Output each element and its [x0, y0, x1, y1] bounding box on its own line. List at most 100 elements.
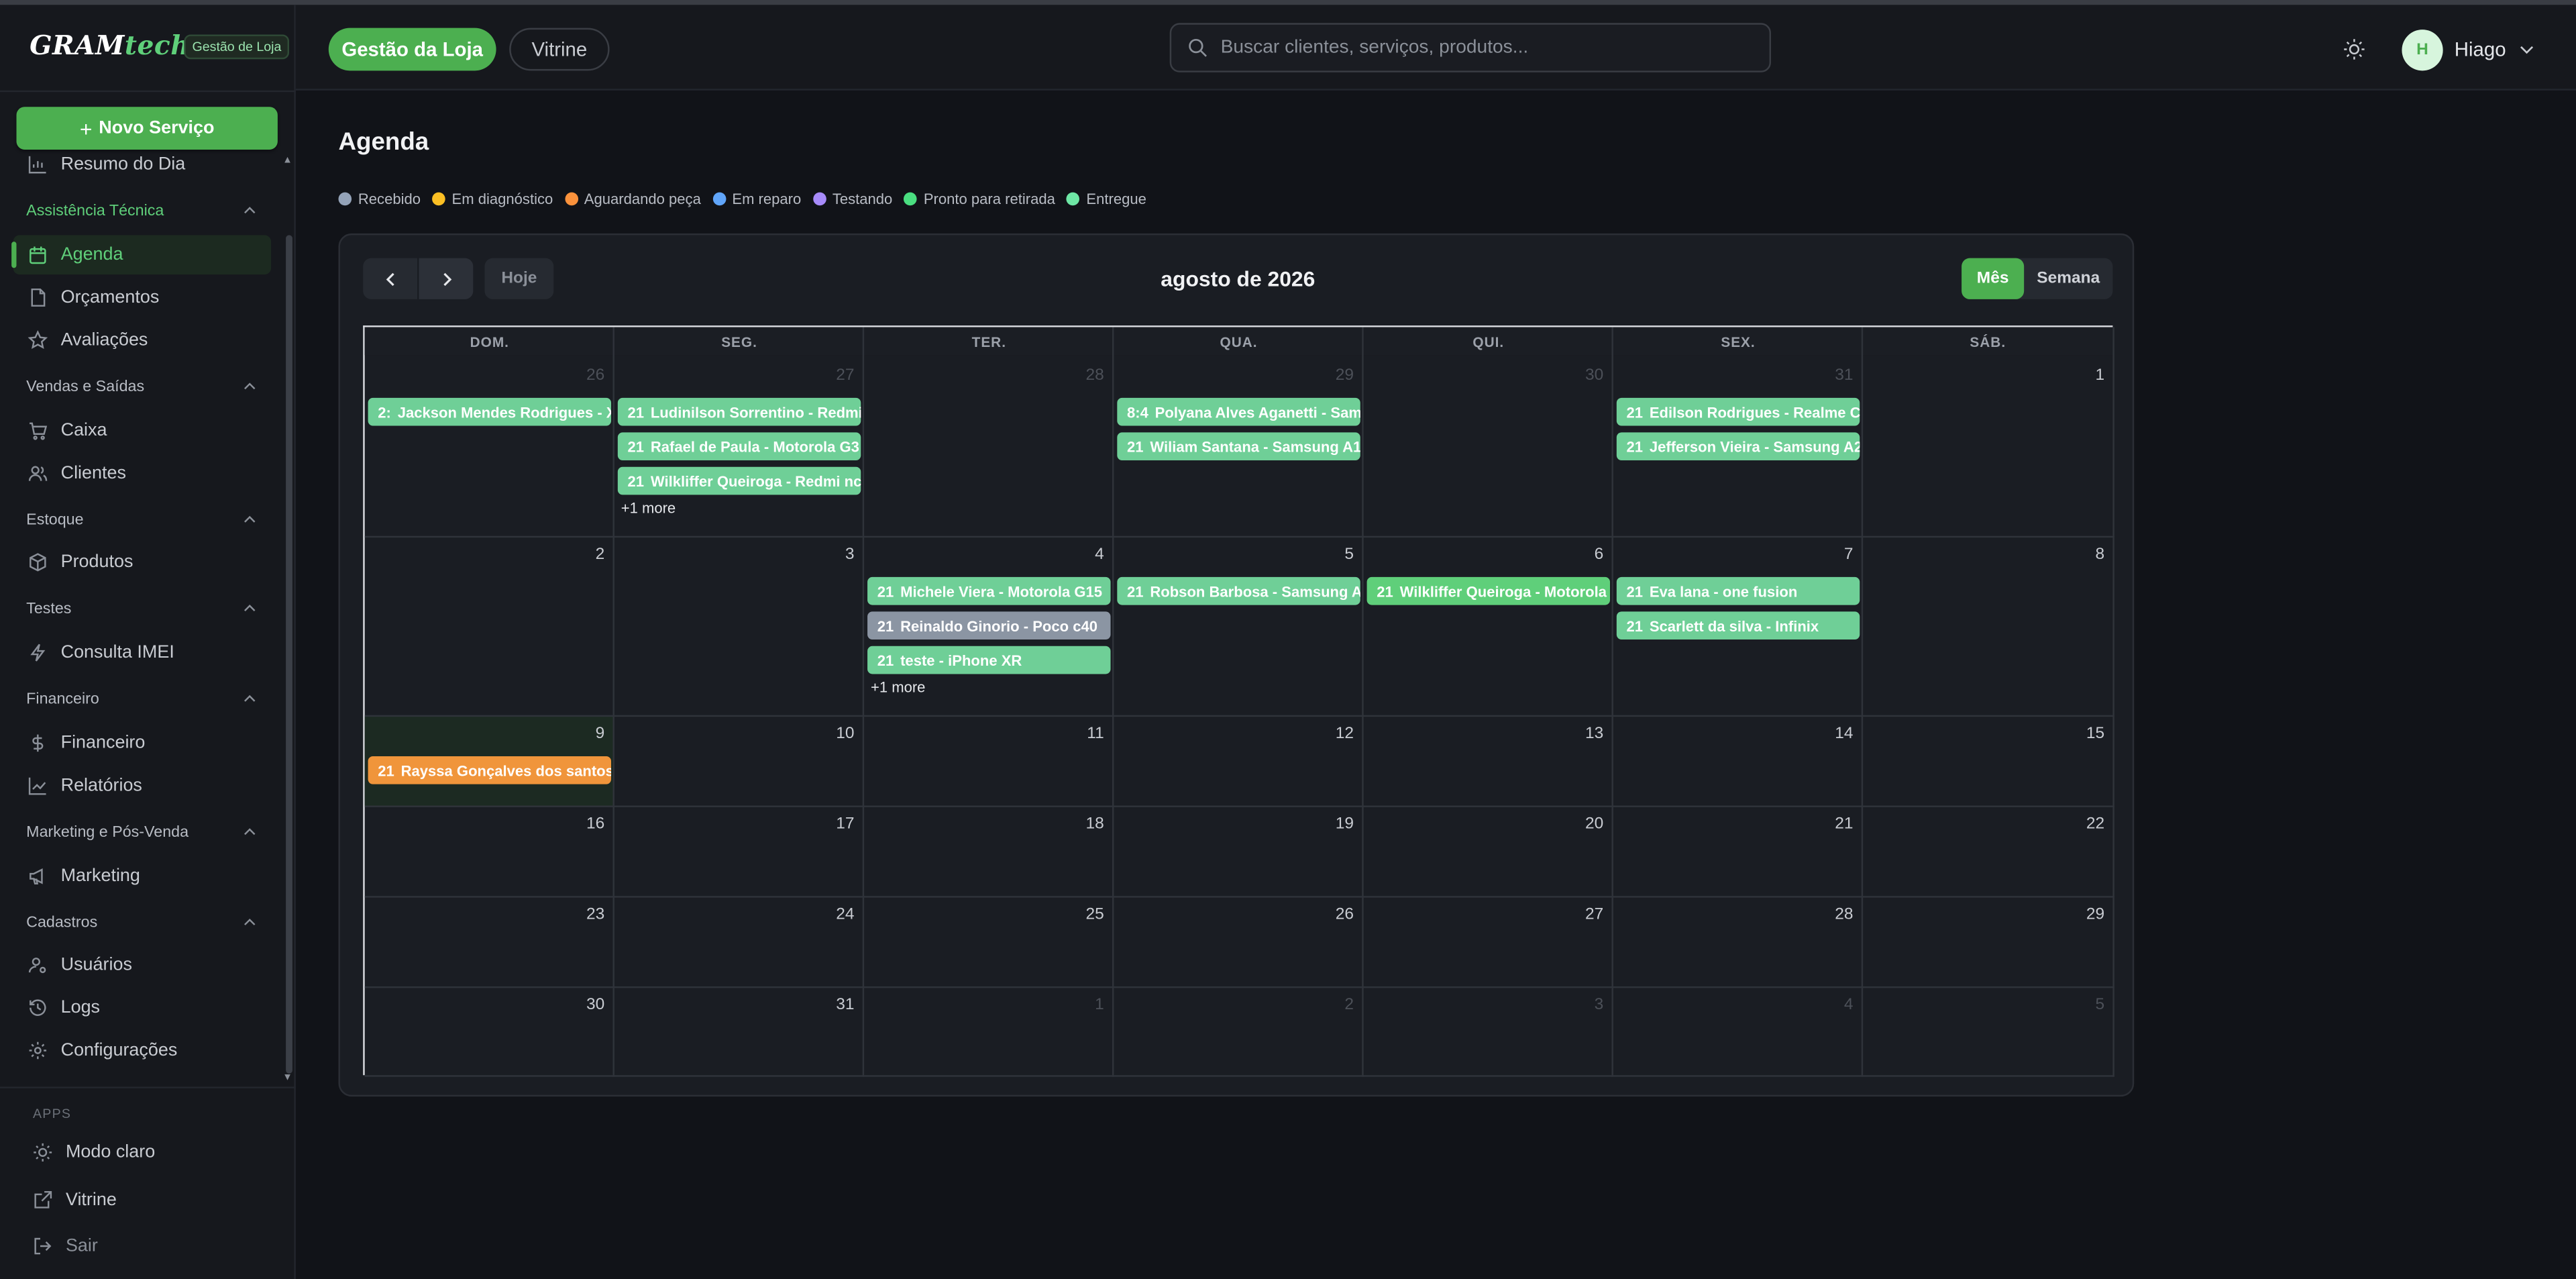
day-number[interactable]: 22 [2072, 815, 2104, 833]
day-number[interactable]: 2 [572, 546, 605, 564]
calendar-event[interactable]: 2: Jackson Mendes Rodrigues - X [368, 397, 612, 426]
day-number[interactable]: 11 [1071, 725, 1104, 743]
sidebar-item-financeiro[interactable]: Financeiro [13, 723, 271, 763]
group-testes[interactable]: Testes [26, 595, 256, 621]
day-number[interactable]: 30 [1570, 366, 1603, 385]
day-number[interactable]: 10 [822, 725, 854, 743]
calendar-event[interactable]: 21 teste - iPhone XR [867, 646, 1111, 674]
app-sair[interactable]: Sair [33, 1231, 98, 1261]
sidebar-item-usuarios[interactable]: Usuários [13, 945, 271, 985]
view-week-button[interactable]: Semana [2024, 258, 2112, 299]
day-number[interactable]: 24 [822, 906, 854, 924]
day-number[interactable]: 27 [1570, 906, 1603, 924]
group-estoque[interactable]: Estoque [26, 507, 256, 533]
sidebar-item-relatorios[interactable]: Relatórios [13, 766, 271, 806]
day-number[interactable]: 5 [2072, 996, 2105, 1015]
day-number[interactable]: 25 [1071, 906, 1104, 924]
day-number[interactable]: 1 [1071, 996, 1104, 1015]
calendar-event[interactable]: 21 Edilson Rodrigues - Realme C [1616, 397, 1860, 426]
day-number[interactable]: 19 [1321, 815, 1354, 833]
calendar-event[interactable]: 21 Rafael de Paula - Motorola G3 [617, 432, 861, 460]
day-number[interactable]: 13 [1570, 725, 1603, 743]
new-service-button[interactable]: + Novo Serviço [16, 107, 278, 150]
day-number[interactable]: 3 [822, 546, 855, 564]
scroll-up-arrow[interactable]: ▲ [282, 156, 292, 166]
calendar-event[interactable]: 21 Michele Viera - Motorola G15 [867, 576, 1111, 605]
day-number[interactable]: 4 [1071, 546, 1104, 564]
day-number[interactable]: 4 [1820, 996, 1854, 1015]
group-cadastros[interactable]: Cadastros [26, 909, 256, 935]
sidebar-item-produtos[interactable]: Produtos [13, 542, 271, 582]
user-menu[interactable]: H Hiago [2402, 28, 2535, 71]
search-input[interactable] [1220, 38, 1747, 58]
scroll-down-arrow[interactable]: ▼ [282, 1074, 292, 1084]
day-number[interactable]: 28 [1071, 366, 1104, 385]
search-box[interactable] [1169, 23, 1772, 72]
group-assistencia[interactable]: Assistência Técnica [26, 197, 256, 223]
day-number[interactable]: 29 [1321, 366, 1354, 385]
day-number[interactable]: 20 [1570, 815, 1603, 833]
calendar-event[interactable]: 21 Wilkliffer Queiroga - Motorola [1366, 576, 1611, 605]
day-number[interactable]: 1 [2072, 366, 2105, 385]
sun-icon[interactable] [2343, 38, 2365, 60]
tab-vitrine[interactable]: Vitrine [509, 28, 610, 71]
brand-badge: Gestão de Loja [184, 34, 290, 60]
calendar-event[interactable]: 21 Ludinilson Sorrentino - Redmi [617, 397, 861, 426]
sidebar-item-marketing[interactable]: Marketing [13, 856, 271, 896]
more-events-link[interactable]: +1 more [871, 679, 926, 695]
day-number[interactable]: 8 [2072, 546, 2105, 564]
calendar-event[interactable]: 21 Wilkliffer Queiroga - Redmi nc [617, 466, 861, 495]
calendar-event[interactable]: 21 Jefferson Vieira - Samsung A2 [1616, 432, 1860, 460]
sidebar-item-orcamentos[interactable]: Orçamentos [13, 278, 271, 317]
day-number[interactable]: 29 [2072, 906, 2104, 924]
day-number[interactable]: 16 [572, 815, 604, 833]
day-number[interactable]: 31 [822, 996, 854, 1015]
group-financeiro[interactable]: Financeiro [26, 686, 256, 712]
calendar-event[interactable]: 21 Rayssa Gonçalves dos santos - [368, 756, 612, 784]
day-number[interactable]: 3 [1570, 996, 1604, 1015]
day-number[interactable]: 27 [822, 366, 854, 385]
app-modo-claro[interactable]: Modo claro [33, 1137, 155, 1167]
calendar-event[interactable]: 21 Wiliam Santana - Samsung A1 [1117, 432, 1360, 460]
sidebar-item-consulta-imei[interactable]: Consulta IMEI [13, 633, 271, 672]
sidebar-item-agenda[interactable]: Agenda [11, 235, 272, 275]
brand-logo[interactable]: GRAMtech [30, 25, 190, 64]
day-number[interactable]: 26 [1321, 906, 1354, 924]
calendar-event[interactable]: 21 Scarlett da silva - Infinix [1616, 611, 1860, 640]
day-number[interactable]: 2 [1321, 996, 1354, 1015]
legend-dot [904, 192, 918, 206]
calendar-event[interactable]: 21 Eva lana - one fusion [1616, 576, 1860, 605]
tab-gestao-loja[interactable]: Gestão da Loja [328, 28, 496, 71]
day-number[interactable]: 15 [2072, 725, 2104, 743]
calendar-event[interactable]: 21 Reinaldo Ginorio - Poco c40 [867, 611, 1111, 640]
sidebar-item-clientes[interactable]: Clientes [13, 454, 271, 493]
day-number[interactable]: 26 [572, 366, 604, 385]
day-number[interactable]: 21 [1820, 815, 1853, 833]
day-number[interactable]: 17 [822, 815, 854, 833]
day-number[interactable]: 18 [1071, 815, 1104, 833]
sidebar-item-resumo[interactable]: Resumo do Dia [13, 150, 271, 184]
day-number[interactable]: 14 [1820, 725, 1853, 743]
day-number[interactable]: 9 [572, 725, 605, 743]
day-number[interactable]: 12 [1321, 725, 1354, 743]
sidebar-item-configuracoes[interactable]: Configurações [13, 1031, 271, 1070]
day-number[interactable]: 28 [1820, 906, 1853, 924]
day-number[interactable]: 30 [572, 996, 604, 1015]
group-marketing[interactable]: Marketing e Pós-Venda [26, 819, 256, 845]
calendar-event[interactable]: 21 Robson Barbosa - Samsung A [1117, 576, 1360, 605]
day-number[interactable]: 7 [1820, 546, 1854, 564]
day-number[interactable]: 5 [1321, 546, 1354, 564]
sidebar-item-caixa[interactable]: Caixa [13, 411, 271, 450]
sidebar-item-avaliacoes[interactable]: Avaliações [13, 321, 271, 360]
more-events-link[interactable]: +1 more [621, 500, 676, 516]
day-number[interactable]: 23 [572, 906, 604, 924]
sidebar-item-logs[interactable]: Logs [13, 988, 271, 1027]
view-month-button[interactable]: Mês [1962, 258, 2025, 299]
sidebar-scrollbar[interactable] [286, 235, 292, 1074]
user-name: Hiago [2454, 38, 2506, 61]
day-number[interactable]: 6 [1570, 546, 1604, 564]
group-vendas[interactable]: Vendas e Saídas [26, 373, 256, 399]
calendar-event[interactable]: 8:4 Polyana Alves Aganetti - Sam [1117, 397, 1360, 426]
day-number[interactable]: 31 [1820, 366, 1853, 385]
app-vitrine[interactable]: Vitrine [33, 1185, 117, 1215]
